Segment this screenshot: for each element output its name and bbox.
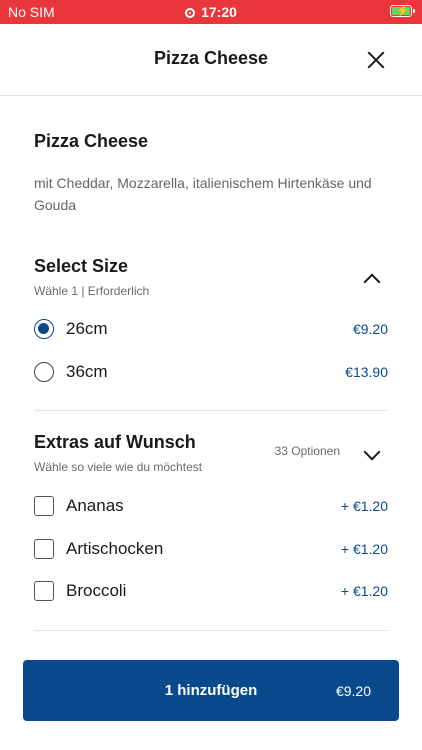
header-title: Pizza Cheese bbox=[153, 48, 269, 68]
add-to-cart-price: €9.20 bbox=[335, 683, 371, 699]
time-label: 17:20 bbox=[201, 4, 237, 20]
extras-section-title: Extras auf Wunsch bbox=[34, 432, 196, 452]
extras-section-subtitle: Wähle so viele wie du möchtest bbox=[34, 460, 203, 474]
product-name: Pizza Cheese bbox=[34, 131, 149, 151]
checkbox[interactable] bbox=[34, 496, 54, 516]
add-to-cart-button[interactable]: 1 hinzufügen €9.20 bbox=[23, 660, 399, 721]
extra-option-broccoli[interactable]: Broccoli + €1.20 bbox=[34, 577, 388, 607]
options-count: 33 Optionen bbox=[274, 444, 340, 458]
radio-selected[interactable] bbox=[34, 319, 54, 339]
chevron-down-icon[interactable] bbox=[363, 443, 381, 461]
extra-option-label: Artischocken bbox=[66, 539, 164, 558]
modal-header: Pizza Cheese bbox=[0, 24, 422, 96]
extra-option-label: Ananas bbox=[66, 496, 124, 515]
close-icon[interactable] bbox=[366, 50, 386, 70]
orientation-lock-icon bbox=[185, 8, 196, 18]
size-option-price: €13.90 bbox=[345, 364, 388, 380]
battery-charging-icon: ⚡ bbox=[390, 5, 415, 17]
status-bar: No SIM 17:20 ⚡ bbox=[0, 0, 422, 24]
extra-option-price: + €1.20 bbox=[340, 541, 388, 557]
extra-option-price: + €1.20 bbox=[340, 498, 388, 514]
radio-unselected[interactable] bbox=[34, 362, 54, 382]
chevron-up-icon[interactable] bbox=[363, 273, 381, 291]
size-section-title: Select Size bbox=[34, 256, 129, 276]
extra-option-label: Broccoli bbox=[66, 581, 127, 600]
size-option-36cm[interactable]: 36cm €13.90 bbox=[34, 358, 388, 388]
divider bbox=[34, 630, 388, 631]
size-option-price: €9.20 bbox=[352, 321, 388, 337]
status-time: 17:20 bbox=[0, 4, 422, 20]
size-section-subtitle: Wähle 1 | Erforderlich bbox=[34, 284, 150, 298]
divider bbox=[34, 410, 388, 411]
checkbox[interactable] bbox=[34, 581, 54, 601]
checkbox[interactable] bbox=[34, 539, 54, 559]
extra-option-ananas[interactable]: Ananas + €1.20 bbox=[34, 492, 388, 522]
size-option-label: 36cm bbox=[66, 362, 108, 381]
size-option-label: 26cm bbox=[66, 319, 108, 338]
extra-option-artischocken[interactable]: Artischocken + €1.20 bbox=[34, 535, 388, 565]
product-description: mit Cheddar, Mozzarella, italienischem H… bbox=[34, 175, 372, 213]
extra-option-price: + €1.20 bbox=[340, 583, 388, 599]
size-option-26cm[interactable]: 26cm €9.20 bbox=[34, 315, 388, 345]
